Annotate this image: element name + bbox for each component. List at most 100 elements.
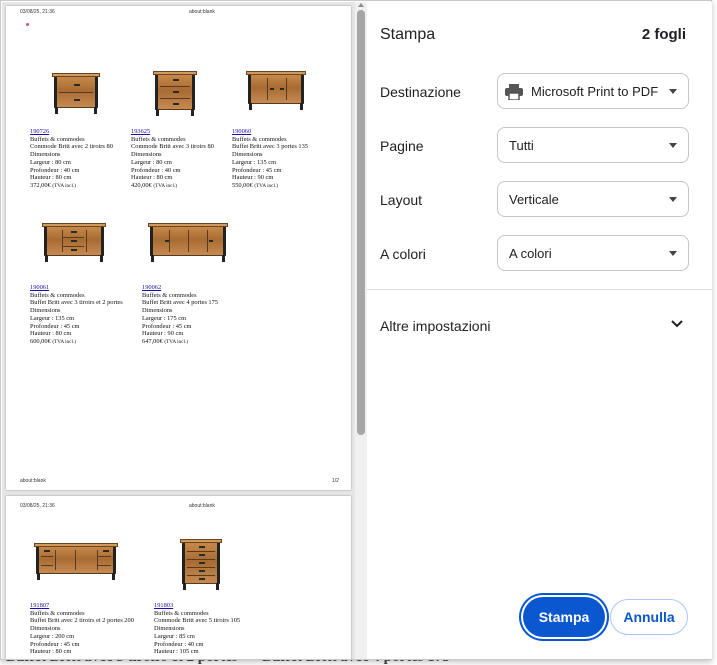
product-code-link[interactable]: 191803 [154, 602, 250, 610]
page-footer-number: 1/2 [332, 478, 339, 484]
product-name: Buffet Britt avec 3 portes 135 [232, 143, 309, 151]
layout-value: Verticale [509, 192, 559, 207]
product-category: Buffets & commodes [142, 291, 197, 299]
page-header-title: about:blank [189, 9, 215, 15]
print-preview[interactable]: 03/08/25, 21:36 about:blank 190726 Buffe… [2, 2, 367, 659]
product-name: Buffet Britt avec 2 tiroirs et 2 portes … [30, 617, 134, 625]
product-depth: Profondeur : 45 cm [142, 322, 192, 330]
product-image [232, 38, 328, 122]
product-name: Buffet Britt avec 3 tiroirs et 2 portes [30, 299, 123, 307]
dialog-title: Stampa [380, 26, 436, 43]
product-height: Hauteur : 80 cm [30, 648, 72, 656]
page-header-datetime: 03/08/25, 21:36 [20, 503, 55, 509]
color-value: A colori [509, 246, 552, 261]
section-divider [367, 289, 712, 290]
chevron-down-icon [671, 320, 683, 328]
product-category: Buffets & commodes [131, 135, 186, 143]
product-depth: Profondeur : 45 cm [30, 322, 80, 330]
color-select[interactable]: A colori [497, 235, 689, 271]
product-depth: Profondeur : 40 cm [154, 640, 204, 648]
product-card: 193625 Buffets & commodes Commode Britt … [131, 38, 227, 191]
product-category: Buffets & commodes [30, 135, 85, 143]
product-dimensions-title: Dimensions [30, 307, 61, 315]
product-dimensions-title: Dimensions [232, 151, 263, 159]
product-name: Buffet Britt avec 4 portes 175 [142, 299, 219, 307]
product-width: Largeur : 80 cm [131, 158, 172, 166]
product-code-link[interactable]: 190061 [30, 284, 126, 292]
destination-value: Microsoft Print to PDF [531, 84, 659, 99]
product-card: 190060 Buffets & commodes Buffet Britt a… [232, 38, 328, 191]
product-category: Buffets & commodes [154, 609, 209, 617]
product-code-link[interactable]: 190726 [30, 128, 126, 136]
product-tva: (TVA incl.) [254, 182, 278, 189]
product-card: 190726 Buffets & commodes Commode Britt … [30, 38, 126, 191]
pages-value: Tutti [509, 138, 534, 153]
sheet-count: 2 fogli [641, 26, 686, 43]
pages-select[interactable]: Tutti [497, 127, 689, 163]
product-depth: Profondeur : 45 cm [30, 640, 80, 648]
page-marker [26, 23, 29, 26]
product-name: Commode Britt avec 3 tiroirs 80 [131, 143, 214, 151]
page-header-title: about:blank [189, 503, 215, 509]
print-button[interactable]: Stampa [523, 597, 605, 637]
product-dimensions-title: Dimensions [30, 625, 61, 633]
product-height: Hauteur : 90 cm [232, 174, 274, 182]
product-width: Largeur : 80 cm [30, 158, 71, 166]
product-card: 191807 Buffets & commodes Buffet Britt a… [30, 512, 134, 656]
chevron-down-icon [669, 251, 677, 256]
product-tva: (TVA incl.) [164, 338, 188, 345]
product-code-link[interactable]: 190060 [232, 128, 328, 136]
layout-label: Layout [380, 192, 423, 208]
product-price: 600,00€ [30, 337, 51, 345]
product-price: 550,00€ [232, 181, 253, 189]
chevron-down-icon [669, 89, 677, 94]
layout-select[interactable]: Verticale [497, 181, 689, 217]
product-price: 372,00€ [30, 181, 51, 189]
product-card: 190061 Buffets & commodes Buffet Britt a… [30, 194, 126, 347]
scroll-up-arrow-icon[interactable] [357, 2, 365, 8]
product-card: 190062 Buffets & commodes Buffet Britt a… [142, 194, 238, 347]
product-image [30, 512, 126, 596]
product-depth: Profondeur : 40 cm [30, 166, 80, 174]
product-category: Buffets & commodes [232, 135, 287, 143]
product-price: 647,00€ [142, 337, 163, 345]
product-dimensions-title: Dimensions [154, 625, 185, 633]
pages-label: Pagine [380, 138, 424, 154]
product-height: Hauteur : 105 cm [154, 648, 199, 656]
product-dimensions-title: Dimensions [142, 307, 173, 315]
printer-icon [505, 84, 523, 100]
page-header-datetime: 03/08/25, 21:36 [20, 9, 55, 15]
product-tva: (TVA incl.) [153, 182, 177, 189]
product-dimensions-title: Dimensions [131, 151, 162, 159]
product-tva: (TVA incl.) [52, 338, 76, 345]
product-width: Largeur : 135 cm [30, 314, 75, 322]
product-depth: Profondeur : 45 cm [232, 166, 282, 174]
product-image [154, 512, 250, 596]
cancel-button[interactable]: Annulla [610, 599, 688, 635]
chevron-down-icon [669, 197, 677, 202]
product-card: 191803 Buffets & commodes Commode Britt … [154, 512, 250, 656]
destination-select[interactable]: Microsoft Print to PDF [497, 73, 689, 109]
product-image [142, 194, 238, 278]
product-code-link[interactable]: 190062 [142, 284, 238, 292]
destination-label: Destinazione [380, 84, 461, 100]
product-tva: (TVA incl.) [52, 182, 76, 189]
product-image [131, 38, 227, 122]
product-code-link[interactable]: 191807 [30, 602, 126, 610]
product-price: 420,00€ [131, 181, 152, 189]
product-height: Hauteur : 80 cm [30, 330, 72, 338]
product-category: Buffets & commodes [30, 291, 85, 299]
preview-page-1: 03/08/25, 21:36 about:blank 190726 Buffe… [6, 6, 351, 490]
more-settings-toggle[interactable]: Altre impostazioni [367, 302, 712, 348]
more-settings-label: Altre impostazioni [380, 318, 491, 334]
product-height: Hauteur : 90 cm [142, 330, 184, 338]
product-dimensions-title: Dimensions [30, 151, 61, 159]
product-width: Largeur : 200 cm [30, 632, 75, 640]
underlying-page-edge [712, 0, 717, 648]
product-depth: Profondeur : 40 cm [131, 166, 181, 174]
product-name: Commode Britt avec 5 tiroirs 105 [154, 617, 241, 625]
preview-scrollbar-thumb[interactable] [357, 10, 365, 435]
page-footer-url: about:blank [20, 478, 46, 484]
product-code-link[interactable]: 193625 [131, 128, 227, 136]
preview-page-2: 03/08/25, 21:36 about:blank 191807 Buffe… [6, 496, 351, 659]
